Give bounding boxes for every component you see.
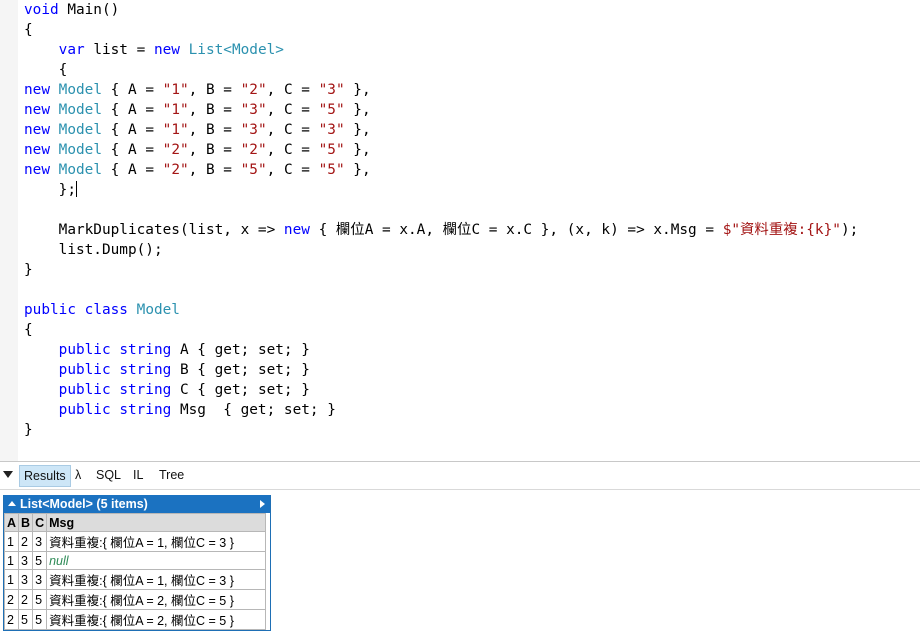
code-line-6: new Model { A = "1", B = "3", C = "5" },: [24, 102, 371, 118]
code-line-1: void Main(): [24, 2, 120, 18]
results-header-title: List<Model> (5 items): [20, 497, 148, 511]
expand-right-icon[interactable]: [260, 500, 265, 508]
code-line-3: var list = new List<Model>: [58, 42, 284, 58]
cell-b: 5: [18, 609, 34, 630]
column-header-msg[interactable]: Msg: [46, 513, 267, 532]
code-line-22: }: [24, 422, 33, 438]
results-header[interactable]: List<Model> (5 items): [4, 495, 270, 513]
code-line-13: list.Dump();: [58, 242, 163, 258]
cell-msg-null: null: [46, 551, 267, 570]
cell-b: 2: [18, 531, 34, 552]
code-line-21: public string Msg { get; set; }: [58, 402, 336, 418]
code-line-20: public string C { get; set; }: [58, 382, 310, 398]
cell-a: 2: [3, 609, 20, 630]
cell-c: 3: [32, 569, 48, 590]
results-table: A B C Msg 1 2 3 資料重複:{ 欄位A = 1, 欄位C = 3 …: [3, 513, 267, 630]
code-text[interactable]: void Main() { var list = new List<Model>…: [24, 0, 858, 440]
cell-a: 2: [3, 589, 20, 610]
tab-results[interactable]: Results: [19, 465, 71, 487]
code-line-12: MarkDuplicates(list, x => new { 欄位A = x.…: [58, 222, 859, 238]
cell-msg: 資料重複:{ 欄位A = 1, 欄位C = 3 }: [46, 531, 267, 552]
code-line-19: public string B { get; set; }: [58, 362, 310, 378]
table-header-row: A B C Msg: [3, 513, 267, 532]
code-line-17: {: [24, 322, 33, 338]
collapse-panel-icon[interactable]: [3, 471, 13, 478]
table-row: 1 2 3 資料重複:{ 欄位A = 1, 欄位C = 3 }: [3, 531, 267, 552]
tab-sql[interactable]: SQL: [92, 465, 125, 485]
column-header-c[interactable]: C: [32, 513, 48, 532]
code-line-10: };: [58, 181, 77, 198]
cell-c: 5: [32, 609, 48, 630]
cell-a: 1: [3, 569, 20, 590]
code-line-5: new Model { A = "1", B = "2", C = "3" },: [24, 82, 371, 98]
output-tab-bar: Results λ SQL IL Tree: [0, 462, 920, 490]
cell-c: 5: [32, 551, 48, 570]
cell-a: 1: [3, 531, 20, 552]
cell-b: 3: [18, 569, 34, 590]
cell-b: 2: [18, 589, 34, 610]
code-line-8: new Model { A = "2", B = "2", C = "5" },: [24, 142, 371, 158]
code-line-9: new Model { A = "2", B = "5", C = "5" },: [24, 162, 371, 178]
code-line-7: new Model { A = "1", B = "3", C = "3" },: [24, 122, 371, 138]
tab-il[interactable]: IL: [129, 465, 147, 485]
table-row: 1 3 3 資料重複:{ 欄位A = 1, 欄位C = 3 }: [3, 569, 267, 590]
code-editor[interactable]: void Main() { var list = new List<Model>…: [0, 0, 920, 461]
cell-c: 3: [32, 531, 48, 552]
code-line-18: public string A { get; set; }: [58, 342, 310, 358]
text-caret: [75, 181, 77, 197]
table-row: 2 5 5 資料重複:{ 欄位A = 2, 欄位C = 5 }: [3, 609, 267, 630]
cell-a: 1: [3, 551, 20, 570]
code-line-2: {: [24, 22, 33, 38]
collapse-up-icon[interactable]: [8, 501, 16, 506]
column-header-a[interactable]: A: [3, 513, 20, 532]
cell-msg: 資料重複:{ 欄位A = 2, 欄位C = 5 }: [46, 589, 267, 610]
cell-c: 5: [32, 589, 48, 610]
column-header-b[interactable]: B: [18, 513, 34, 532]
code-line-4: {: [58, 62, 68, 78]
table-row: 1 3 5 null: [3, 551, 267, 570]
results-panel: List<Model> (5 items) A B C Msg 1 2 3 資料…: [3, 495, 271, 631]
editor-gutter: [0, 0, 18, 461]
cell-msg: 資料重複:{ 欄位A = 1, 欄位C = 3 }: [46, 569, 267, 590]
tab-tree[interactable]: Tree: [155, 465, 188, 485]
code-line-14: }: [24, 262, 33, 278]
table-row: 2 2 5 資料重複:{ 欄位A = 2, 欄位C = 5 }: [3, 589, 267, 610]
cell-b: 3: [18, 551, 34, 570]
code-line-16: public class Model: [24, 302, 180, 318]
tab-lambda[interactable]: λ: [71, 465, 85, 485]
cell-msg: 資料重複:{ 欄位A = 2, 欄位C = 5 }: [46, 609, 267, 630]
